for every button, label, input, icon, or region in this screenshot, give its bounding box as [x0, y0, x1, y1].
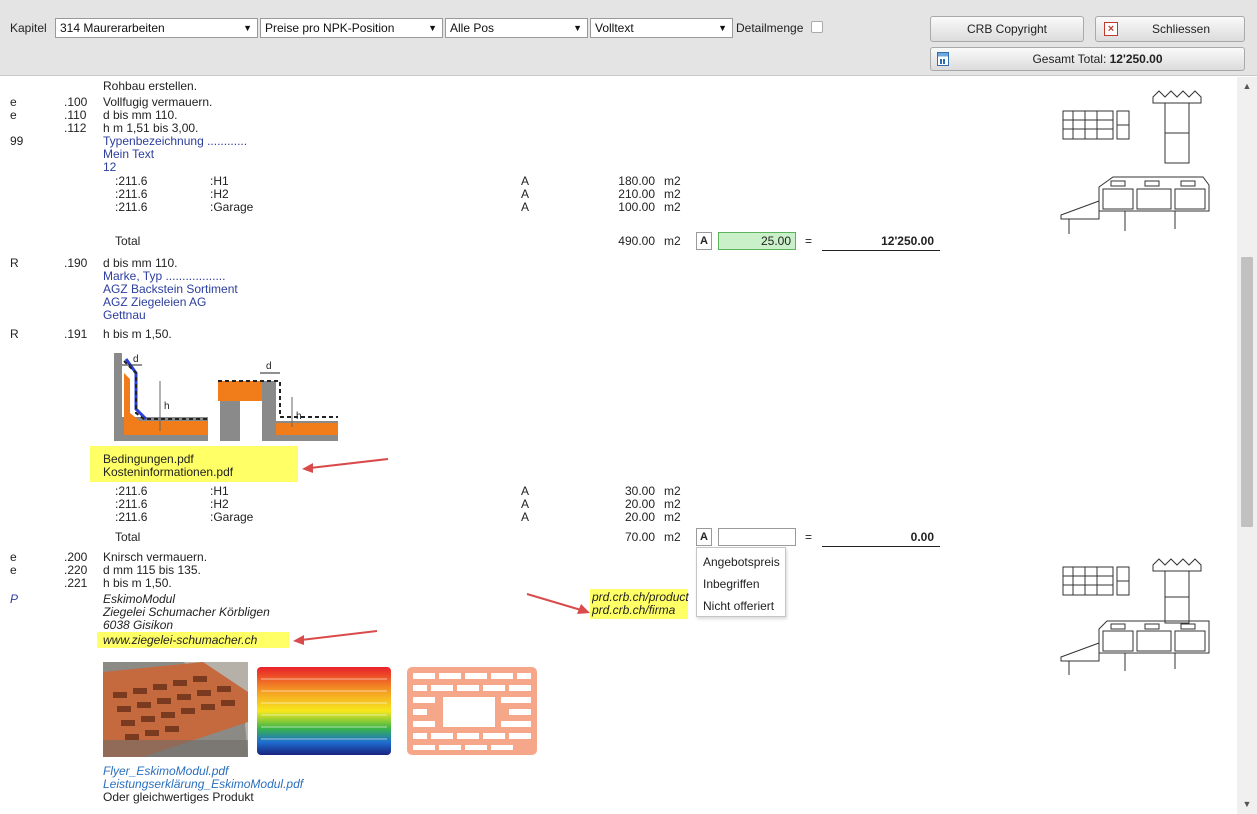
annotation-arrow [293, 630, 378, 645]
total-qty: 490.00 [618, 234, 655, 248]
product-marker: P [10, 592, 19, 606]
installation-drawing: h d d h [114, 353, 338, 441]
scroll-down-icon[interactable]: ▼ [1237, 799, 1257, 809]
crb-copyright-label: CRB Copyright [966, 22, 1048, 36]
row-label: :Garage [210, 510, 254, 524]
price-type-badge[interactable]: A [696, 232, 712, 250]
svg-text:h: h [296, 411, 302, 422]
row-code: :211.6 [115, 200, 148, 214]
price-type-badge[interactable]: A [696, 528, 712, 546]
position-code: R [10, 327, 19, 341]
toolbar: Kapitel 314 Maurerarbeiten ▼ Preise pro … [0, 0, 1257, 76]
content-area: Rohbau erstellen. e .100 Vollfugig verma… [0, 77, 1237, 814]
position-number: .112 [64, 121, 87, 135]
chevron-down-icon: ▼ [243, 23, 252, 33]
position-code: 99 [10, 134, 24, 148]
position-text: h bis m 1,50. [103, 576, 172, 590]
total-underline [822, 546, 940, 547]
total-value: 12'250.00 [1109, 52, 1163, 66]
row-code: :211.6 [115, 510, 148, 524]
line-total: 12'250.00 [881, 234, 934, 248]
masonry-illustration [1060, 558, 1210, 675]
calculator-icon [937, 52, 949, 66]
vertical-scrollbar[interactable]: ▲ ▼ [1237, 77, 1257, 814]
chevron-down-icon: ▼ [718, 23, 727, 33]
brick-photo [103, 662, 248, 757]
unit-price-input[interactable] [718, 528, 796, 546]
row-code-partial: … [115, 805, 127, 814]
manufacturer-city: 6038 Gisikon [103, 618, 174, 632]
annotation-arrow [526, 593, 590, 614]
annotation-arrow [302, 458, 389, 473]
kapitel-select-value: 314 Maurerarbeiten [60, 21, 165, 35]
equivalent-note: Oder gleichwertiges Produkt [103, 790, 254, 804]
close-button[interactable]: × Schliessen [1095, 16, 1245, 42]
scroll-up-icon[interactable]: ▲ [1237, 81, 1257, 91]
total-label: Gesamt Total: [1032, 52, 1107, 66]
close-button-label: Schliessen [1151, 22, 1211, 36]
crb-copyright-button[interactable]: CRB Copyright [930, 16, 1084, 42]
close-icon: × [1104, 22, 1118, 36]
detailmenge-checkbox[interactable] [811, 21, 823, 33]
equals-sign: = [805, 234, 813, 248]
crb-firma-link[interactable]: prd.crb.ch/firma [592, 604, 675, 617]
row-a: A [521, 510, 530, 524]
row-a: A [521, 200, 530, 214]
kapitel-select[interactable]: 314 Maurerarbeiten ▼ [55, 18, 258, 38]
position-number: .191 [64, 327, 88, 341]
scrollbar-thumb[interactable] [1241, 257, 1253, 527]
equals-sign: = [805, 530, 813, 544]
total-display: Gesamt Total: 12'250.00 [930, 47, 1245, 71]
row-qty: 100.00 [618, 200, 655, 214]
custom-number: 12 [103, 160, 117, 174]
position-code: e [10, 563, 17, 577]
position-filter-select-value: Alle Pos [450, 21, 495, 35]
row-unit: m2 [664, 200, 681, 214]
row-unit: m2 [664, 510, 681, 524]
website-link[interactable]: www.ziegelei-schumacher.ch [103, 634, 257, 647]
total-label: Total [115, 530, 141, 544]
total-unit: m2 [664, 234, 681, 248]
pdf-link-costs[interactable]: Kosteninformationen.pdf [103, 466, 233, 479]
unit-price-value: 25.00 [760, 234, 791, 248]
row-label: :Garage [210, 200, 254, 214]
thermal-image [257, 667, 391, 755]
position-code: R [10, 256, 19, 270]
price-mode-select-value: Preise pro NPK-Position [265, 21, 395, 35]
dropdown-option-included[interactable]: Inbegriffen [703, 577, 760, 591]
chevron-down-icon: ▼ [573, 23, 582, 33]
chevron-down-icon: ▼ [428, 23, 437, 33]
unit-price-input[interactable]: 25.00 [718, 232, 796, 250]
text-mode-select-value: Volltext [595, 21, 634, 35]
brick-cross-section [407, 667, 537, 755]
total-qty: 70.00 [624, 530, 655, 544]
position-filter-select[interactable]: Alle Pos ▼ [445, 18, 588, 38]
text-line: Rohbau erstellen. [103, 79, 198, 93]
detailmenge-label: Detailmenge [736, 21, 804, 35]
position-text: h bis m 1,50. [103, 327, 172, 341]
position-code: e [10, 108, 17, 122]
dropdown-option-not-offered[interactable]: Nicht offeriert [703, 599, 774, 613]
total-label: Total [115, 234, 141, 248]
brand-line: Gettnau [103, 308, 146, 322]
position-number: .221 [64, 576, 88, 590]
dropdown-option-offer-price[interactable]: Angebotspreis [703, 555, 780, 569]
svg-text:d: d [133, 354, 139, 365]
line-total: 0.00 [910, 530, 934, 544]
svg-text:h: h [164, 401, 170, 412]
price-type-dropdown[interactable]: Angebotspreis Inbegriffen Nicht offerier… [696, 547, 786, 617]
kapitel-label: Kapitel [10, 21, 47, 35]
price-mode-select[interactable]: Preise pro NPK-Position ▼ [260, 18, 443, 38]
total-underline [822, 250, 940, 251]
svg-text:d: d [266, 361, 272, 372]
masonry-illustration [1060, 90, 1210, 234]
total-unit: m2 [664, 530, 681, 544]
row-qty: 20.00 [624, 510, 655, 524]
position-number: .190 [64, 256, 88, 270]
text-mode-select[interactable]: Volltext ▼ [590, 18, 733, 38]
